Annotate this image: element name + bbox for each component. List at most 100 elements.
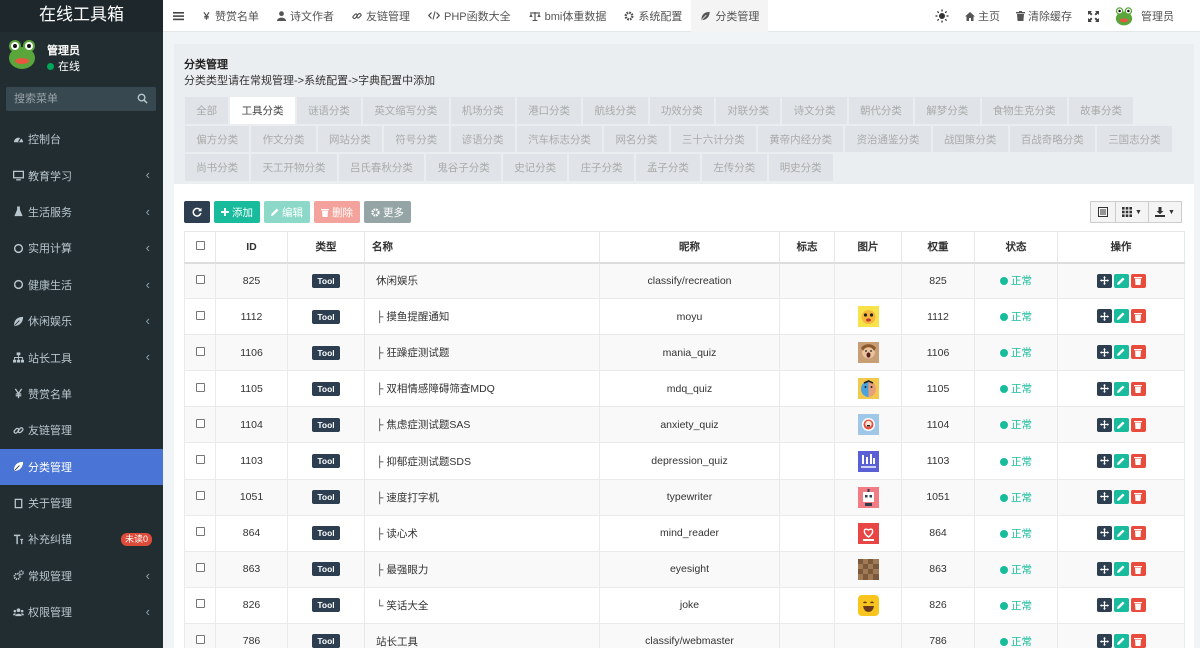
sidebar-item-4[interactable]: 健康生活 ‹: [0, 267, 163, 303]
add-button[interactable]: 添加: [214, 201, 260, 223]
category-tab-20[interactable]: 网名分类: [603, 124, 670, 153]
admin-menu[interactable]: 管理员: [1107, 6, 1200, 26]
sidebar-item-7[interactable]: 赞赏名单: [0, 376, 163, 412]
category-tab-32[interactable]: 庄子分类: [568, 153, 635, 182]
drag-button[interactable]: [1096, 453, 1112, 468]
top-tab-6[interactable]: 分类管理: [691, 0, 769, 32]
category-tab-35[interactable]: 明史分类: [767, 153, 834, 182]
drag-button[interactable]: [1096, 525, 1112, 540]
table-row[interactable]: 1051 Tool ├ 速度打字机 typewriter 1051 正常: [184, 478, 1185, 516]
row-checkbox[interactable]: [195, 382, 205, 392]
row-edit-button[interactable]: [1113, 345, 1129, 360]
category-tab-4[interactable]: 机场分类: [449, 96, 516, 125]
mosaic-thumbnail[interactable]: [857, 558, 879, 580]
col-header-weight[interactable]: 权重: [901, 231, 975, 264]
category-tab-14[interactable]: 偏方分类: [184, 124, 251, 153]
category-tab-8[interactable]: 对联分类: [715, 96, 782, 125]
row-delete-button[interactable]: [1130, 381, 1146, 396]
col-header-status[interactable]: 状态: [974, 231, 1058, 264]
category-tab-33[interactable]: 孟子分类: [634, 153, 702, 182]
heart-thumbnail[interactable]: [857, 522, 879, 544]
category-tab-19[interactable]: 汽车标志分类: [515, 124, 604, 153]
select-cell[interactable]: [184, 622, 216, 648]
clear-cache-button[interactable]: 清除缓存: [1008, 8, 1080, 24]
col-header-id[interactable]: ID: [215, 231, 288, 264]
drag-button[interactable]: [1096, 345, 1112, 360]
row-delete-button[interactable]: [1130, 562, 1146, 577]
sidebar-item-10[interactable]: 关于管理: [0, 485, 163, 521]
row-delete-button[interactable]: [1130, 417, 1146, 432]
drag-button[interactable]: [1096, 273, 1112, 288]
category-tab-6[interactable]: 航线分类: [582, 96, 649, 125]
col-header-type[interactable]: 类型: [287, 231, 365, 264]
row-delete-button[interactable]: [1130, 453, 1146, 468]
drag-button[interactable]: [1096, 598, 1112, 613]
category-tab-11[interactable]: 解梦分类: [914, 96, 981, 125]
row-checkbox[interactable]: [195, 310, 205, 320]
table-row[interactable]: 1103 Tool ├ 抑郁症测试题SDS depression_quiz 1103 正常: [184, 442, 1185, 480]
select-cell[interactable]: [184, 442, 216, 480]
category-tab-15[interactable]: 作文分类: [250, 124, 317, 153]
row-checkbox[interactable]: [195, 635, 205, 645]
theme-toggle-button[interactable]: [927, 9, 957, 23]
sidebar-item-12[interactable]: 常规管理 ‹: [0, 558, 163, 594]
table-row[interactable]: 825 Tool 休闲娱乐 classify/recreation 825 正常: [184, 261, 1185, 300]
yellow-face-thumbnail[interactable]: [857, 306, 879, 328]
select-cell[interactable]: [184, 586, 216, 624]
drag-button[interactable]: [1096, 562, 1112, 577]
category-tab-24[interactable]: 战国策分类: [931, 124, 1009, 153]
select-cell[interactable]: [184, 298, 216, 336]
more-button[interactable]: 更多: [364, 201, 411, 223]
purple-thumbnail[interactable]: [857, 450, 879, 472]
category-tab-31[interactable]: 史记分类: [502, 153, 569, 182]
sidebar-item-5[interactable]: 休闲娱乐 ‹: [0, 303, 163, 339]
sidebar-item-13[interactable]: 权限管理 ‹: [0, 594, 163, 630]
select-cell[interactable]: [184, 370, 216, 408]
table-row[interactable]: 863 Tool ├ 最强眼力 eyesight 863 正常: [184, 550, 1185, 588]
col-header-name[interactable]: 名称: [364, 231, 600, 264]
category-tab-5[interactable]: 港口分类: [515, 96, 583, 125]
split-face-thumbnail[interactable]: [857, 378, 879, 400]
sidebar-item-8[interactable]: 友链管理: [0, 412, 163, 448]
row-edit-button[interactable]: [1113, 453, 1129, 468]
sidebar-item-1[interactable]: 教育学习 ‹: [0, 157, 163, 193]
category-tab-10[interactable]: 朝代分类: [847, 96, 915, 125]
search-icon[interactable]: [137, 93, 148, 104]
row-delete-button[interactable]: [1130, 598, 1146, 613]
category-tab-2[interactable]: 谜语分类: [295, 96, 363, 125]
row-edit-button[interactable]: [1113, 381, 1129, 396]
sidebar-item-0[interactable]: 控制台: [0, 121, 163, 157]
table-row[interactable]: 1105 Tool ├ 双相情感障碍筛查MDQ mdq_quiz 1105 正常: [184, 370, 1185, 408]
category-tab-16[interactable]: 网站分类: [316, 124, 384, 153]
screaming-face-thumbnail[interactable]: [857, 342, 879, 364]
category-tab-30[interactable]: 鬼谷子分类: [425, 153, 502, 182]
anxious-face-thumbnail[interactable]: [857, 414, 879, 436]
row-edit-button[interactable]: [1113, 309, 1129, 324]
search-input[interactable]: [6, 87, 134, 111]
row-checkbox[interactable]: [195, 527, 205, 537]
drag-button[interactable]: [1096, 634, 1112, 648]
top-tab-1[interactable]: 诗文作者: [268, 0, 343, 32]
row-checkbox[interactable]: [195, 274, 205, 284]
row-edit-button[interactable]: [1113, 525, 1129, 540]
columns-dropdown-button[interactable]: ▼: [1115, 201, 1149, 223]
row-edit-button[interactable]: [1113, 417, 1129, 432]
category-tab-26[interactable]: 三国志分类: [1096, 124, 1173, 153]
table-row[interactable]: 1106 Tool ├ 狂躁症测试题 mania_quiz 1106 正常: [184, 334, 1185, 372]
refresh-button[interactable]: [184, 201, 210, 223]
row-edit-button[interactable]: [1113, 489, 1129, 504]
home-link[interactable]: 主页: [957, 8, 1008, 24]
row-delete-button[interactable]: [1130, 309, 1146, 324]
fullscreen-button[interactable]: [1080, 10, 1107, 22]
top-tab-2[interactable]: 友链管理: [343, 0, 419, 32]
category-tab-17[interactable]: 符号分类: [383, 124, 450, 153]
category-tab-22[interactable]: 黄帝内经分类: [757, 124, 845, 153]
sidebar-item-9[interactable]: 分类管理: [0, 448, 163, 485]
category-tab-7[interactable]: 功效分类: [648, 96, 715, 125]
row-delete-button[interactable]: [1130, 525, 1146, 540]
row-checkbox[interactable]: [195, 455, 205, 465]
row-delete-button[interactable]: [1130, 273, 1146, 288]
row-checkbox[interactable]: [195, 418, 205, 428]
sidebar-item-2[interactable]: 生活服务 ‹: [0, 194, 163, 230]
table-row[interactable]: 1112 Tool ├ 摸鱼提醒通知 moyu 1112 正常: [184, 298, 1185, 336]
